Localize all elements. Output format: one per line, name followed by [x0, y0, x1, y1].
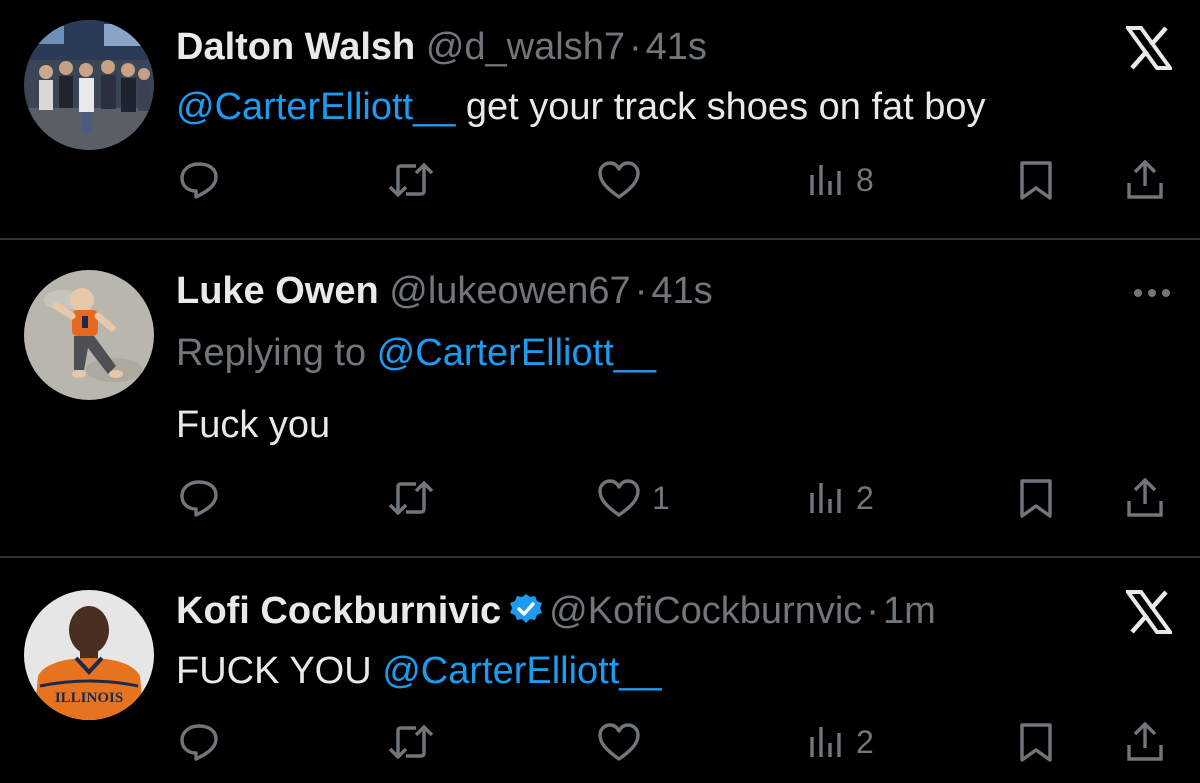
- bookmark-icon: [1020, 479, 1052, 518]
- bookmark-button[interactable]: [1016, 156, 1056, 204]
- jersey-text: ILLINOIS: [55, 690, 123, 706]
- tweet-text: @CarterElliott__ get your track shoes on…: [176, 84, 986, 130]
- views-icon: [810, 727, 841, 757]
- heart-icon: [598, 161, 640, 199]
- separator-dot: ·: [634, 270, 648, 312]
- tweet-dalton-walsh[interactable]: Dalton Walsh @d_walsh7 · 41s @CarterElliot…: [0, 0, 1200, 238]
- reply-icon: [180, 480, 218, 517]
- user-handle[interactable]: @lukeowen67: [389, 270, 630, 312]
- like-button[interactable]: [596, 156, 652, 204]
- like-button[interactable]: 1: [596, 474, 670, 522]
- retweet-icon: [388, 480, 434, 516]
- bookmark-icon: [1020, 161, 1052, 200]
- tweet-header: Luke Owen @lukeowen67 · 41s: [176, 268, 713, 314]
- reply-icon: [180, 724, 218, 761]
- display-name[interactable]: Dalton Walsh: [176, 26, 415, 68]
- action-bar: 1 2: [176, 474, 1176, 522]
- user-handle[interactable]: @KofiCockburnvic: [549, 590, 862, 632]
- separator-dot: ·: [628, 26, 642, 68]
- retweet-button[interactable]: [386, 156, 446, 204]
- reply-button[interactable]: [176, 156, 232, 204]
- avatar-dalton-walsh[interactable]: [24, 20, 154, 150]
- tweet-body: FUCK YOU: [176, 650, 383, 692]
- reply-button[interactable]: [176, 474, 232, 522]
- replying-to-line: Replying to @CarterElliott__: [176, 330, 656, 376]
- timestamp[interactable]: 41s: [651, 270, 712, 312]
- like-count: 1: [652, 479, 670, 516]
- retweet-button[interactable]: [386, 718, 446, 766]
- more-icon[interactable]: [1132, 286, 1172, 304]
- action-bar: 8: [176, 156, 1176, 204]
- tweet-luke-owen[interactable]: Luke Owen @lukeowen67 · 41s Replying to @C…: [0, 240, 1200, 556]
- mention-link[interactable]: @CarterElliott__: [382, 650, 661, 692]
- avatar-luke-owen[interactable]: [24, 270, 154, 400]
- share-icon: [1127, 721, 1163, 761]
- tweet-kofi-cockburnivic[interactable]: ILLINOIS Kofi Cockburnivic @KofiCockburn…: [0, 558, 1200, 783]
- reply-icon: [180, 162, 218, 199]
- reply-button[interactable]: [176, 718, 232, 766]
- like-button[interactable]: [596, 718, 652, 766]
- tweet-header: Kofi Cockburnivic @KofiCockburnvic · 1m: [176, 588, 936, 638]
- views-button[interactable]: 2: [806, 718, 874, 766]
- mention-link[interactable]: @CarterElliott__: [377, 332, 656, 374]
- views-button[interactable]: 2: [806, 474, 874, 522]
- tweet-body: get your track shoes on fat boy: [455, 86, 986, 128]
- tweet-header: Dalton Walsh @d_walsh7 · 41s: [176, 24, 707, 70]
- x-logo-icon[interactable]: [1124, 590, 1174, 639]
- retweet-icon: [388, 162, 434, 198]
- tweet-text: Fuck you: [176, 404, 331, 446]
- heart-icon: [598, 479, 640, 517]
- share-button[interactable]: [1124, 718, 1166, 766]
- views-button[interactable]: 8: [806, 156, 874, 204]
- share-icon: [1127, 477, 1163, 517]
- bookmark-button[interactable]: [1016, 474, 1056, 522]
- verified-badge-icon: [509, 592, 543, 638]
- bookmark-button[interactable]: [1016, 718, 1056, 766]
- retweet-button[interactable]: [386, 474, 446, 522]
- share-button[interactable]: [1124, 474, 1166, 522]
- retweet-icon: [388, 724, 434, 760]
- avatar-kofi-cockburnivic[interactable]: ILLINOIS: [24, 590, 154, 720]
- share-icon: [1127, 159, 1163, 199]
- timestamp[interactable]: 41s: [646, 26, 707, 68]
- action-bar: 2: [176, 718, 1176, 766]
- bookmark-icon: [1020, 723, 1052, 762]
- user-handle[interactable]: @d_walsh7: [426, 26, 625, 68]
- share-button[interactable]: [1124, 156, 1166, 204]
- tweet-text: FUCK YOU @CarterElliott__: [176, 648, 662, 694]
- heart-icon: [598, 723, 640, 761]
- timestamp[interactable]: 1m: [883, 590, 936, 632]
- display-name[interactable]: Kofi Cockburnivic: [176, 590, 501, 632]
- separator-dot: ·: [866, 590, 879, 632]
- display-name[interactable]: Luke Owen: [176, 270, 379, 312]
- views-count: 2: [856, 479, 874, 516]
- mention-link[interactable]: @CarterElliott__: [176, 86, 455, 128]
- views-count: 8: [856, 161, 874, 198]
- replying-to-label: Replying to: [176, 332, 377, 374]
- views-icon: [810, 483, 841, 513]
- views-icon: [810, 165, 841, 195]
- views-count: 2: [856, 723, 874, 760]
- x-logo-icon[interactable]: [1124, 26, 1174, 75]
